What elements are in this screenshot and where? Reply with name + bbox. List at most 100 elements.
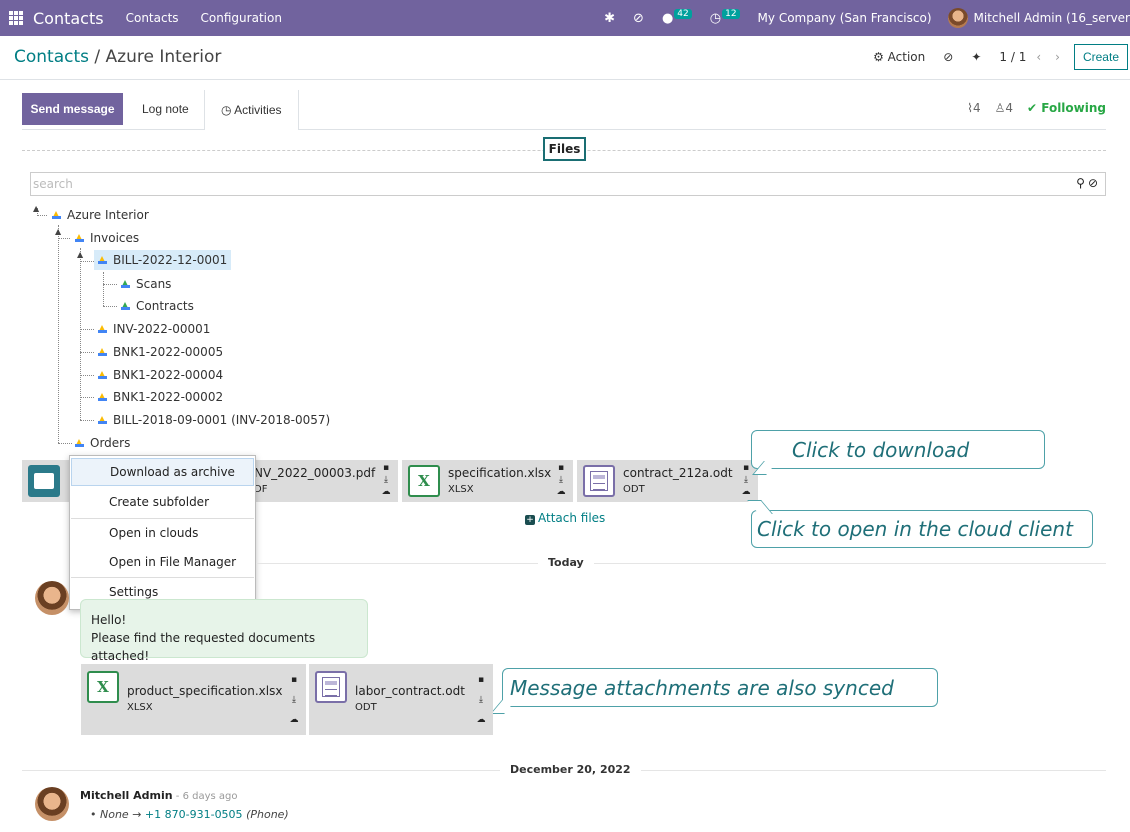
clear-icon[interactable]: ⊘ (1088, 176, 1101, 190)
company-switcher[interactable]: My Company (San Francisco) (758, 11, 932, 25)
action-menu[interactable]: ⚙ Action (873, 50, 925, 64)
trash-icon[interactable]: ▪ (476, 670, 486, 690)
log-note-button[interactable]: Log note (134, 93, 197, 125)
sync-icon[interactable]: ⊘ (633, 11, 644, 26)
breadcrumb: Contacts / Azure Interior (14, 47, 221, 67)
download-icon[interactable]: ⤓ (381, 474, 391, 486)
tracking-old: None (100, 808, 129, 821)
menu-open-file-manager[interactable]: Open in File Manager (71, 548, 254, 576)
tree-node-bnk-4[interactable]: BNK1-2022-00004 (98, 365, 223, 385)
gdrive-icon (98, 416, 107, 424)
menu-open-in-clouds[interactable]: Open in clouds (71, 519, 254, 547)
document-icon (583, 465, 615, 497)
cloud-icon[interactable]: ☁ (741, 486, 751, 498)
tree-node-bnk-2[interactable]: BNK1-2022-00002 (98, 387, 223, 407)
search-actions: ⚲⊘ (1076, 176, 1101, 190)
activities-button[interactable]: ◷ Activities (204, 90, 299, 130)
trash-icon[interactable]: ▪ (381, 462, 391, 474)
tracking-field: (Phone) (246, 808, 289, 821)
search-icon[interactable]: ⚲ (1076, 176, 1088, 190)
tree-node-label: INV-2022-00001 (113, 322, 211, 336)
attachments-counter[interactable]: ⌇4 (967, 101, 981, 115)
tree-search-input[interactable] (31, 173, 1031, 195)
bug-icon[interactable]: ✱ (604, 11, 615, 26)
pager-value[interactable]: 1 / 1 (999, 50, 1026, 64)
cloud-icon[interactable]: ☁ (476, 710, 486, 730)
tree-toggle-icon[interactable]: ▲ (77, 250, 83, 259)
download-icon[interactable]: ⤓ (289, 690, 299, 710)
tree-node-invoices[interactable]: Invoices (75, 228, 139, 248)
plus-icon: + (525, 515, 535, 525)
document-icon (315, 671, 347, 703)
files-tab[interactable]: Files (543, 137, 586, 161)
trash-icon[interactable]: ▪ (289, 670, 299, 690)
tree-node-inv-2022[interactable]: INV-2022-00001 (98, 319, 210, 339)
date-label-today: Today (538, 556, 594, 569)
breadcrumb-contacts[interactable]: Contacts (14, 47, 89, 67)
tree-connector (80, 397, 94, 398)
followers-count: 4 (1005, 101, 1013, 115)
attachment-card[interactable]: X specification.xlsx XLSX ▪ ⤓ ☁ (402, 460, 573, 502)
tree-node-root[interactable]: Azure Interior (52, 205, 149, 225)
tracking-new: +1 870-931-0505 (144, 808, 243, 821)
menu-create-subfolder[interactable]: Create subfolder (71, 488, 254, 516)
cloud-icon[interactable]: ☁ (556, 486, 566, 498)
author-avatar[interactable] (35, 787, 69, 821)
attachment-card[interactable]: contract_212a.odt ODT ▪ ⤓ ☁ (577, 460, 758, 502)
tree-node-bnk-5[interactable]: BNK1-2022-00005 (98, 342, 223, 362)
trash-icon[interactable]: ▪ (741, 462, 751, 474)
user-menu[interactable]: Mitchell Admin (16_server (974, 11, 1130, 25)
tree-node-label: Scans (136, 277, 172, 291)
attach-files-label: Attach files (538, 511, 606, 525)
author-avatar[interactable] (35, 581, 69, 615)
attachment-actions: ▪ ⤓ ☁ (289, 670, 299, 730)
download-icon[interactable]: ⤓ (476, 690, 486, 710)
cloud-icon[interactable]: ☁ (289, 710, 299, 730)
user-avatar[interactable] (947, 8, 968, 28)
message-attachment-card[interactable]: labor_contract.odt ODT ▪ ⤓ ☁ (309, 664, 493, 735)
tree-node-bill-2022[interactable]: BILL-2022-12-0001 (94, 250, 232, 270)
apps-menu-icon[interactable] (9, 11, 23, 25)
download-icon[interactable]: ⤓ (556, 474, 566, 486)
tree-node-scans[interactable]: Scans (121, 274, 171, 294)
pager-prev-icon[interactable]: ‹ (1036, 50, 1041, 64)
tree-node-orders[interactable]: Orders (75, 433, 130, 453)
create-button[interactable]: Create (1073, 44, 1128, 70)
tree-node-contracts[interactable]: Contracts (121, 296, 194, 316)
pager-next-icon[interactable]: › (1055, 50, 1060, 64)
message-attachment-card[interactable]: X product_specification.xlsx XLSX ▪ ⤓ ☁ (81, 664, 306, 735)
author-name[interactable]: Mitchell Admin (80, 789, 173, 802)
app-brand[interactable]: Contacts (33, 9, 104, 28)
messages-menu[interactable]: ● 42 (662, 8, 692, 26)
activities-menu[interactable]: ◷ 12 (710, 8, 740, 26)
download-icon[interactable]: ⤓ (741, 474, 751, 486)
menu-contacts[interactable]: Contacts (126, 11, 179, 25)
trash-icon[interactable]: ▪ (556, 462, 566, 474)
menu-download-archive[interactable]: Download as archive (71, 458, 254, 486)
clock-icon: ◷ (221, 103, 232, 117)
callout-download-text: Click to download (792, 437, 970, 462)
menu-configuration[interactable]: Configuration (201, 11, 282, 25)
tree-connector (103, 284, 117, 285)
attach-files-button[interactable]: + Attach files (525, 511, 605, 525)
tree-connector (103, 306, 117, 307)
tracking-value: • None → +1 870-931-0505 (Phone) (90, 808, 289, 821)
pin-icon[interactable]: ✦ (971, 50, 981, 64)
discard-sync-icon[interactable]: ⊘ (943, 50, 953, 64)
following-label: Following (1041, 101, 1106, 115)
tree-toggle-icon[interactable]: ▲ (33, 204, 39, 213)
attachment-ext: XLSX (448, 484, 474, 495)
callout-synced: Message attachments are also synced (502, 668, 938, 707)
spreadsheet-icon: X (408, 465, 440, 497)
cloud-icon[interactable]: ☁ (381, 486, 391, 498)
send-message-button[interactable]: Send message (22, 93, 123, 125)
message-line: Hello! (91, 613, 127, 627)
attachment-actions: ▪ ⤓ ☁ (476, 670, 486, 730)
gdrive-icon (98, 256, 107, 264)
followers-counter[interactable]: ♙4 (995, 101, 1013, 115)
tree-node-label: Contracts (136, 299, 194, 313)
following-button[interactable]: ✔ Following (1027, 101, 1106, 115)
tree-node-bill-2018[interactable]: BILL-2018-09-0001 (INV-2018-0057) (98, 410, 330, 430)
tree-connector (103, 272, 104, 306)
tree-toggle-icon[interactable]: ▲ (55, 227, 61, 236)
